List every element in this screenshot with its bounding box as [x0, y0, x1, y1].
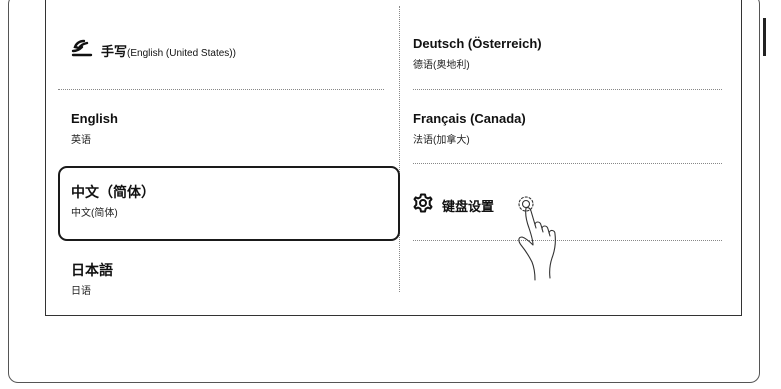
gear-icon [413, 193, 433, 218]
language-title: 日本語 [71, 262, 113, 278]
language-subtitle: 日语 [71, 286, 91, 297]
column-divider [399, 6, 400, 292]
language-subtitle: 中文(简体) [71, 208, 118, 219]
tap-hand-icon [502, 190, 597, 290]
keyboard-settings-button[interactable]: 键盘设置 [413, 193, 494, 218]
row-separator [58, 89, 384, 90]
keyboard-settings-label: 键盘设置 [442, 199, 495, 214]
language-title: Français (Canada) [413, 111, 526, 126]
language-title: English [71, 111, 118, 126]
language-subtitle: 德语(奥地利) [413, 60, 470, 71]
language-item-french-canada[interactable]: Français (Canada) 法语(加拿大) [413, 111, 526, 147]
language-subtitle: 法语(加拿大) [413, 135, 470, 146]
language-item-english[interactable]: English 英语 [71, 111, 118, 147]
language-item-japanese[interactable]: 日本語 日语 [71, 262, 113, 298]
row-separator [413, 89, 722, 90]
row-separator [413, 163, 722, 164]
language-item-handwriting[interactable]: 手写(English (United States)) [71, 38, 236, 62]
language-title: Deutsch (Österreich) [413, 36, 542, 51]
language-item-german-austria[interactable]: Deutsch (Österreich) 德语(奥地利) [413, 36, 542, 72]
language-title: 中文（简体） [71, 184, 155, 200]
language-item-chinese-simplified[interactable]: 中文（简体） 中文(简体) [71, 184, 155, 220]
handwriting-label: 手写(English (United States)) [101, 43, 236, 59]
language-subtitle: 英语 [71, 135, 91, 146]
handwriting-icon [71, 39, 93, 62]
scrollbar-indicator [763, 18, 766, 56]
